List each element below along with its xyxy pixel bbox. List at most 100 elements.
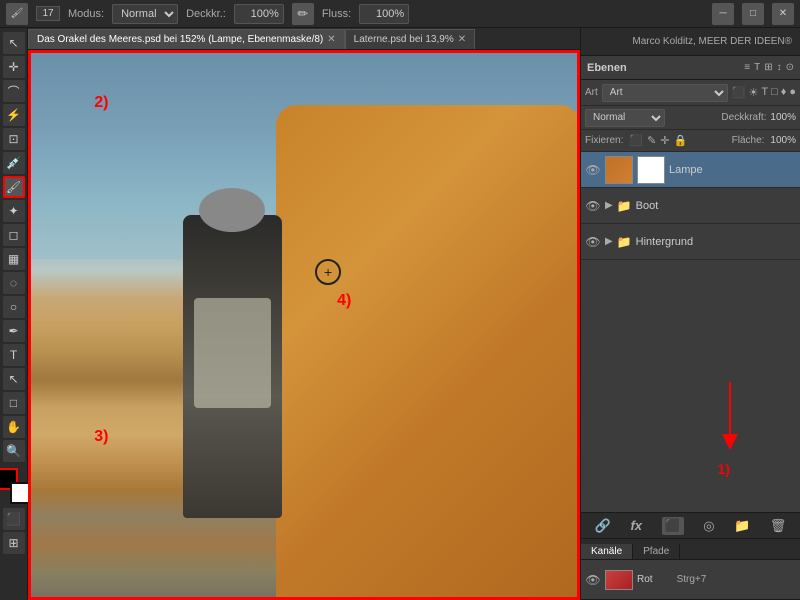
deckraft-input[interactable] [234, 4, 284, 24]
tab-secondary-label: Laterne.psd bei 13,9% [354, 34, 454, 45]
brush-tool red-outline active[interactable]: 🖌 [3, 176, 25, 198]
layer-arrow-boot[interactable]: ▶ [605, 200, 613, 211]
fluss-label: Fluss: [322, 8, 351, 20]
layers-icon-3[interactable]: ⊞ [764, 62, 772, 73]
layer-eye-boot[interactable]: 👁 [585, 198, 601, 214]
mask-icon[interactable]: ⬛ [662, 517, 684, 535]
lock-pixel[interactable]: ⬛ [629, 134, 643, 147]
lock-move[interactable]: ✛ [660, 134, 669, 147]
maximize-btn[interactable]: □ [742, 3, 764, 25]
clone-stamp-tool[interactable]: ✦ [3, 200, 25, 222]
layer-name-boot: Boot [636, 200, 796, 212]
right-panel: Marco Kolditz, MEER DER IDEEN® Ebenen ≡ … [580, 28, 800, 600]
channel-name-rot: Rot [637, 574, 653, 585]
layer-name-hintergrund: Hintergrund [636, 236, 796, 248]
adjustment-icon[interactable]: ◎ [703, 518, 714, 534]
tab-secondary-close[interactable]: ✕ [458, 34, 466, 45]
layer-item-boot[interactable]: 👁 ▶ 📁 Boot [581, 188, 800, 224]
fluss-input[interactable] [359, 4, 409, 24]
magic-wand-tool[interactable]: ⚡ [3, 104, 25, 126]
left-toolbar: ↖ ✛ ⌒ ⚡ ⊡ 💉 🖌 ✦ ◻ ▦ ◌ ○ ✒ T ↖ □ ✋ 🔍 ⬛ ⊞ [0, 28, 28, 600]
tab-secondary[interactable]: Laterne.psd bei 13,9% ✕ [345, 29, 475, 49]
blur-tool[interactable]: ◌ [3, 272, 25, 294]
layer-folder-boot: 📁 [617, 199, 632, 213]
filter-icon-shape[interactable]: □ [771, 86, 778, 99]
layer-eye-hintergrund[interactable]: 👁 [585, 234, 601, 250]
annotation-4: 4) [337, 292, 351, 310]
lock-position[interactable]: ✎ [647, 134, 656, 147]
new-folder-icon[interactable]: 📁 [734, 518, 750, 534]
quick-mask-btn[interactable]: ⬛ [3, 508, 25, 530]
lasso-tool[interactable]: ⌒ [3, 80, 25, 102]
layer-lock-row: Fixieren: ⬛ ✎ ✛ 🔒 Fläche: 100% [581, 130, 800, 152]
annotation-1: 1) [718, 461, 730, 477]
layers-icon-1[interactable]: ≡ [744, 62, 750, 73]
lantern-top [199, 188, 265, 232]
eyedropper-tool[interactable]: 💉 [3, 152, 25, 174]
lock-all[interactable]: 🔒 [674, 134, 688, 147]
canvas-image[interactable]: + 2) 3) 4) [28, 50, 580, 600]
channel-eye: 👁 [585, 572, 601, 588]
layers-header: Ebenen ≡ T ⊞ ↕ ⊙ [581, 56, 800, 80]
lock-icons: ⬛ ✎ ✛ 🔒 [629, 134, 687, 147]
trash-icon[interactable]: 🗑 [770, 518, 787, 534]
layers-title: Ebenen [587, 62, 627, 74]
filter-icon-smart[interactable]: ♦ [781, 86, 787, 99]
layer-mask-lampe [637, 156, 665, 184]
layers-panel: Ebenen ≡ T ⊞ ↕ ⊙ Art Art ⬛ ☀ T [581, 56, 800, 538]
tab-pfade[interactable]: Pfade [633, 544, 680, 559]
zoom-tool[interactable]: 🔍 [3, 440, 25, 462]
channel-thumb-rot [605, 570, 633, 590]
color-swatch-area [0, 468, 32, 504]
dodge-tool[interactable]: ○ [3, 296, 25, 318]
layer-folder-hintergrund: 📁 [617, 235, 632, 249]
layer-eye-lampe[interactable]: 👁 [585, 162, 601, 178]
layer-thumb-lampe [605, 156, 633, 184]
layers-icon-4[interactable]: ↕ [777, 62, 782, 73]
layer-arrow-hintergrund[interactable]: ▶ [605, 236, 613, 247]
move-tool[interactable]: ✛ [3, 56, 25, 78]
filter-icon-text[interactable]: T [761, 86, 768, 99]
tab-main[interactable]: Das Orakel des Meeres.psd bei 152% (Lamp… [28, 29, 345, 49]
channel-rot[interactable]: Rot Strg+7 [605, 570, 706, 590]
hand-tool[interactable]: ✋ [3, 416, 25, 438]
brush-size[interactable]: 17 [36, 6, 60, 21]
eraser-tool[interactable]: ◻ [3, 224, 25, 246]
screen-mode-btn[interactable]: ⊞ [3, 532, 25, 554]
pen-tool[interactable]: ✒ [3, 320, 25, 342]
blend-dropdown[interactable]: Normal [585, 109, 665, 127]
selection-tool[interactable]: ↖ [3, 32, 25, 54]
gradient-tool[interactable]: ▦ [3, 248, 25, 270]
layer-list: 👁 Lampe 👁 ▶ 📁 Boot 👁 ▶ 📁 Hi [581, 152, 800, 512]
layer-item-lampe[interactable]: 👁 Lampe [581, 152, 800, 188]
fx-icon[interactable]: fx [630, 518, 642, 533]
filter-icon-adjust[interactable]: ☀ [748, 86, 758, 99]
layers-bottom-toolbar: 🔗 fx ⬛ ◎ 📁 🗑 [581, 512, 800, 538]
layers-header-icons: ≡ T ⊞ ↕ ⊙ [744, 62, 794, 73]
airbrush-icon[interactable]: ✏ [292, 3, 314, 25]
filter-icon-pixel[interactable]: ⬛ [732, 86, 746, 99]
path-select-tool[interactable]: ↖ [3, 368, 25, 390]
annotation-3: 3) [94, 428, 108, 446]
modus-dropdown[interactable]: Normal [112, 4, 178, 24]
text-tool[interactable]: T [3, 344, 25, 366]
layers-icon-5[interactable]: ⊙ [786, 62, 794, 73]
channels-tabs: Kanäle Pfade [581, 538, 800, 560]
crop-tool[interactable]: ⊡ [3, 128, 25, 150]
fill-value: 100% [770, 135, 796, 146]
photo-content: + 2) 3) 4) [28, 50, 580, 600]
filter-dropdown[interactable]: Art [602, 84, 728, 102]
tab-kanale[interactable]: Kanäle [581, 544, 633, 559]
user-info: Marco Kolditz, MEER DER IDEEN® [632, 36, 792, 47]
crosshair-circle: + [315, 259, 341, 285]
minimize-btn[interactable]: ─ [712, 3, 734, 25]
link-icon[interactable]: 🔗 [595, 518, 611, 534]
lantern-glass [194, 298, 271, 408]
close-btn[interactable]: ✕ [772, 3, 794, 25]
layers-icon-2[interactable]: T [754, 62, 760, 73]
filter-toggle[interactable]: ● [789, 86, 796, 99]
shape-tool[interactable]: □ [3, 392, 25, 414]
layer-item-hintergrund[interactable]: 👁 ▶ 📁 Hintergrund [581, 224, 800, 260]
channel-eye-rot[interactable]: 👁 [585, 572, 601, 588]
tab-main-close[interactable]: ✕ [327, 34, 335, 45]
